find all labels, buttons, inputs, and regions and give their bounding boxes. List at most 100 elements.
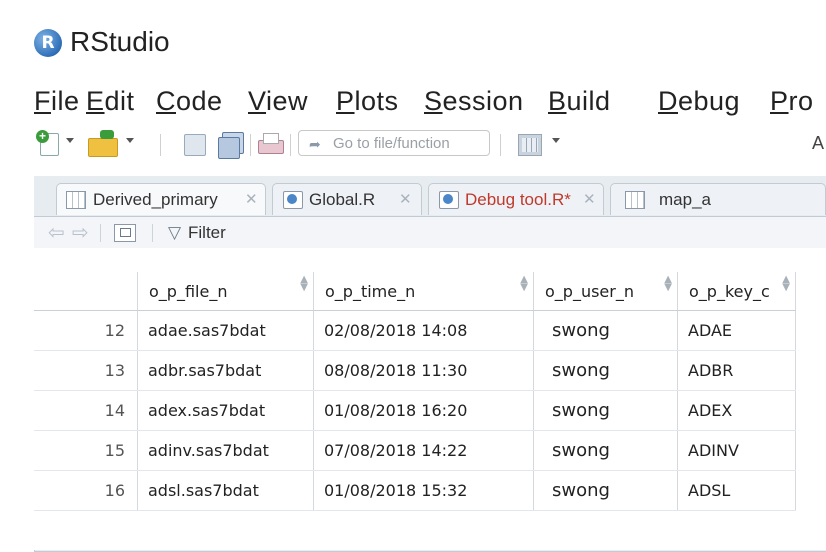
workspace-panes-button[interactable] [516, 130, 546, 158]
cell-key[interactable]: ADBR [677, 350, 796, 391]
save-all-disk-front-icon [218, 137, 240, 159]
sort-icon[interactable]: ▲ ▼ [520, 275, 528, 293]
row-number: 13 [34, 350, 138, 391]
menu-debug[interactable]: Debug [658, 86, 740, 117]
row-number-header [34, 272, 138, 311]
menu-code[interactable]: Code [156, 86, 223, 117]
rstudio-logo-icon: R [34, 29, 62, 57]
menu-build-label: uild [566, 86, 611, 116]
column-header-o-p-key-c[interactable]: o_p_key_c ▲ ▼ [677, 272, 796, 311]
cell-time[interactable]: 07/08/2018 14:22 [313, 430, 534, 471]
filter-icon[interactable]: ▽ [168, 223, 181, 243]
menu-edit[interactable]: Edit [86, 86, 135, 117]
cell-key[interactable]: ADSL [677, 470, 796, 511]
cell-file[interactable]: adex.sas7bdat [137, 390, 314, 431]
forward-arrow-icon[interactable]: ⇨ [72, 220, 89, 245]
title-bar: R RStudio [0, 0, 826, 84]
print-button[interactable] [256, 130, 286, 158]
green-arrow-icon [100, 130, 114, 139]
open-dropdown-caret-icon[interactable] [126, 138, 134, 143]
save-button[interactable] [182, 130, 208, 158]
tab-debug-tool-r[interactable]: Debug tool.R* ✕ [428, 183, 604, 215]
menu-session-accelerator: S [424, 86, 443, 116]
show-in-new-window-icon[interactable] [114, 224, 136, 242]
close-tab-icon[interactable]: ✕ [583, 184, 596, 216]
data-viewer-toolbar: ⇦ ⇨ ▽ Filter [34, 216, 826, 250]
column-header-label: o_p_time_n [325, 281, 416, 301]
new-file-dropdown-caret-icon[interactable] [66, 138, 74, 143]
cell-user[interactable]: swong [533, 350, 678, 391]
table-row[interactable]: 12 adae.sas7bdat 02/08/2018 14:08 swong … [34, 310, 796, 351]
data-grid-icon [66, 191, 86, 209]
menu-edit-label: dit [104, 86, 135, 116]
printer-paper-icon [263, 133, 279, 144]
cell-time[interactable]: 08/08/2018 11:30 [313, 350, 534, 391]
new-file-button[interactable]: + [36, 130, 62, 158]
column-header-label: o_p_user_n [545, 281, 634, 301]
cell-key[interactable]: ADEX [677, 390, 796, 431]
menu-build[interactable]: Build [548, 86, 611, 117]
table-row[interactable]: 13 adbr.sas7bdat 08/08/2018 11:30 swong … [34, 350, 796, 391]
window-title: RStudio [70, 26, 170, 57]
cell-time[interactable]: 01/08/2018 15:32 [313, 470, 534, 511]
row-number: 12 [34, 310, 138, 351]
tab-global-r[interactable]: Global.R ✕ [272, 183, 422, 215]
menu-session[interactable]: Session [424, 86, 524, 117]
go-to-file-input[interactable]: ➦ Go to file/function [298, 130, 490, 156]
cell-time[interactable]: 01/08/2018 16:20 [313, 390, 534, 431]
table-header-row: o_p_file_n ▲ ▼ o_p_time_n ▲ ▼ o_p_user_n ▲ ▼ o… [34, 272, 796, 311]
data-table: o_p_file_n ▲ ▼ o_p_time_n ▲ ▼ o_p_user_n ▲ ▼ o… [34, 272, 796, 511]
tab-label: Derived_primary [93, 190, 218, 209]
close-tab-icon[interactable]: ✕ [245, 184, 258, 216]
sort-icon[interactable]: ▲ ▼ [300, 275, 308, 293]
menu-plots-label: lots [354, 86, 399, 116]
cell-key[interactable]: ADINV [677, 430, 796, 471]
close-tab-icon[interactable]: ✕ [399, 184, 412, 216]
go-to-arrow-icon: ➦ [309, 136, 321, 152]
menu-edit-accelerator: E [86, 86, 105, 116]
row-number: 15 [34, 430, 138, 471]
open-project-button[interactable] [86, 130, 120, 158]
column-header-o-p-time-n[interactable]: o_p_time_n ▲ ▼ [313, 272, 534, 311]
addins-menu[interactable]: A [812, 133, 824, 154]
menu-file[interactable]: File [34, 86, 80, 117]
cell-file[interactable]: adsl.sas7bdat [137, 470, 314, 511]
table-row[interactable]: 15 adinv.sas7bdat 07/08/2018 14:22 swong… [34, 430, 796, 471]
menu-profile[interactable]: Pro [770, 86, 814, 117]
cell-file[interactable]: adae.sas7bdat [137, 310, 314, 351]
back-arrow-icon[interactable]: ⇦ [48, 220, 65, 245]
cell-user[interactable]: swong [533, 470, 678, 511]
menu-plots[interactable]: Plots [336, 86, 399, 117]
toolbar-separator [152, 224, 153, 242]
filter-button-label[interactable]: Filter [188, 223, 226, 243]
column-header-o-p-file-n[interactable]: o_p_file_n ▲ ▼ [137, 272, 314, 311]
menu-file-label: ile [51, 86, 80, 116]
cell-user[interactable]: swong [533, 310, 678, 351]
menu-file-accelerator: F [34, 86, 51, 116]
cell-file[interactable]: adbr.sas7bdat [137, 350, 314, 391]
r-script-icon [439, 191, 459, 209]
menu-code-label: ode [176, 86, 223, 116]
menu-plots-accelerator: P [336, 86, 355, 116]
cell-time[interactable]: 02/08/2018 14:08 [313, 310, 534, 351]
menu-debug-label: ebug [678, 86, 741, 116]
column-header-o-p-user-n[interactable]: o_p_user_n ▲ ▼ [533, 272, 678, 311]
data-grid-icon [625, 191, 645, 209]
cell-user[interactable]: swong [533, 430, 678, 471]
cell-user[interactable]: swong [533, 390, 678, 431]
table-row[interactable]: 14 adex.sas7bdat 01/08/2018 16:20 swong … [34, 390, 796, 431]
menu-view[interactable]: View [248, 86, 308, 117]
sort-icon[interactable]: ▲ ▼ [782, 275, 790, 293]
sort-icon[interactable]: ▲ ▼ [664, 275, 672, 293]
save-all-button[interactable] [216, 130, 246, 159]
toolbar-separator [500, 134, 501, 156]
cell-key[interactable]: ADAE [677, 310, 796, 351]
row-number: 14 [34, 390, 138, 431]
table-row[interactable]: 16 adsl.sas7bdat 01/08/2018 15:32 swong … [34, 470, 796, 511]
tab-derived-primary[interactable]: Derived_primary ✕ [56, 183, 266, 215]
tab-map-a[interactable]: map_a [610, 183, 826, 215]
editor-tab-bar: Derived_primary ✕ Global.R ✕ Debug tool.… [34, 176, 826, 216]
menu-build-accelerator: B [548, 86, 567, 116]
cell-file[interactable]: adinv.sas7bdat [137, 430, 314, 471]
panes-dropdown-caret-icon[interactable] [552, 138, 560, 143]
